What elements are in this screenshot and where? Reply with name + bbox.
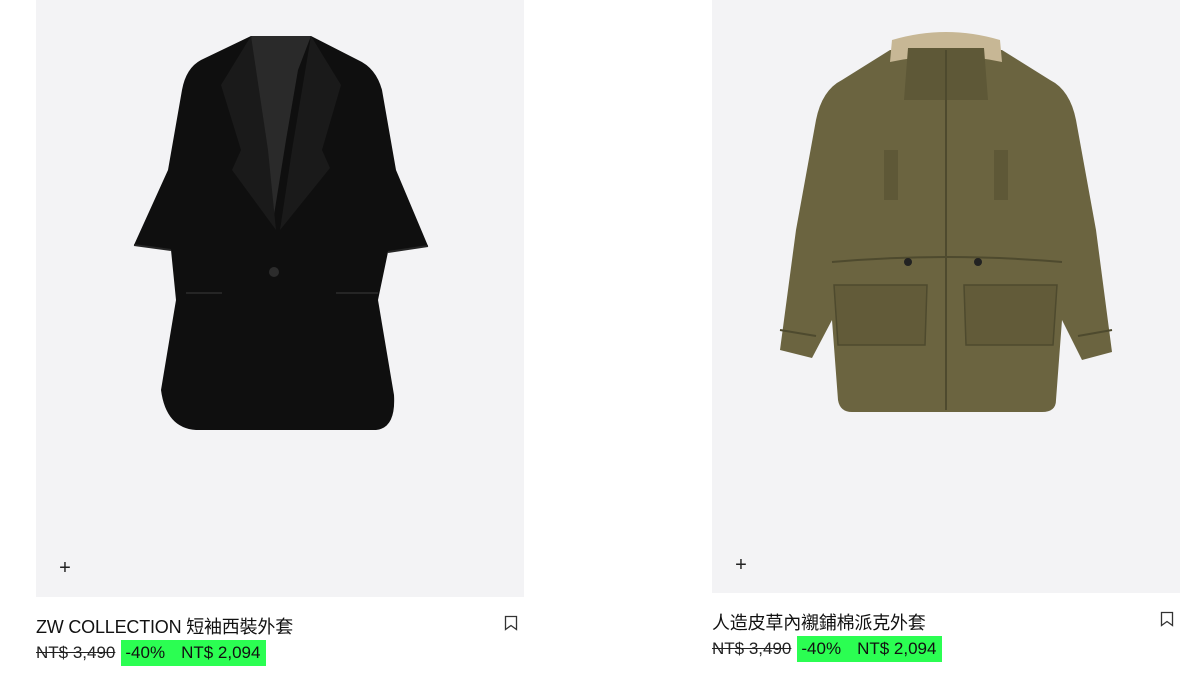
product-grid: + ZW COLLECTION 短袖西裝外套 NT$ 3,490 -40% NT… [0, 0, 1200, 675]
product-image-container[interactable]: + [712, 0, 1180, 593]
price-row: NT$ 3,490 -40% NT$ 2,094 [36, 640, 524, 666]
product-info: ZW COLLECTION 短袖西裝外套 NT$ 3,490 -40% NT$ … [36, 597, 524, 666]
original-price: NT$ 3,490 [712, 639, 792, 658]
product-image-parka[interactable] [712, 0, 1180, 593]
add-to-cart-plus-icon[interactable]: + [54, 557, 76, 579]
sale-price: NT$ 2,094 [181, 643, 261, 662]
discount-percent: -40% [125, 643, 166, 662]
original-price: NT$ 3,490 [36, 643, 116, 662]
sale-price: NT$ 2,094 [857, 639, 937, 658]
sale-badge: -40% NT$ 2,094 [121, 640, 267, 666]
add-to-cart-plus-icon[interactable]: + [730, 554, 752, 576]
bookmark-icon[interactable] [1160, 611, 1174, 627]
bookmark-icon[interactable] [504, 615, 518, 631]
sale-badge: -40% NT$ 2,094 [797, 636, 943, 662]
product-image-container[interactable]: + [36, 0, 524, 597]
product-name[interactable]: 人造皮草內襯鋪棉派克外套 [712, 609, 926, 635]
product-card[interactable]: + ZW COLLECTION 短袖西裝外套 NT$ 3,490 -40% NT… [36, 0, 524, 666]
product-image-blazer[interactable] [36, 0, 524, 597]
product-name[interactable]: ZW COLLECTION 短袖西裝外套 [36, 613, 293, 639]
discount-percent: -40% [801, 639, 842, 658]
product-info: 人造皮草內襯鋪棉派克外套 NT$ 3,490 -40% NT$ 2,094 [712, 593, 1180, 662]
product-card[interactable]: + 人造皮草內襯鋪棉派克外套 NT$ 3,490 -40% NT$ 2,094 [712, 0, 1180, 662]
price-row: NT$ 3,490 -40% NT$ 2,094 [712, 636, 1180, 662]
